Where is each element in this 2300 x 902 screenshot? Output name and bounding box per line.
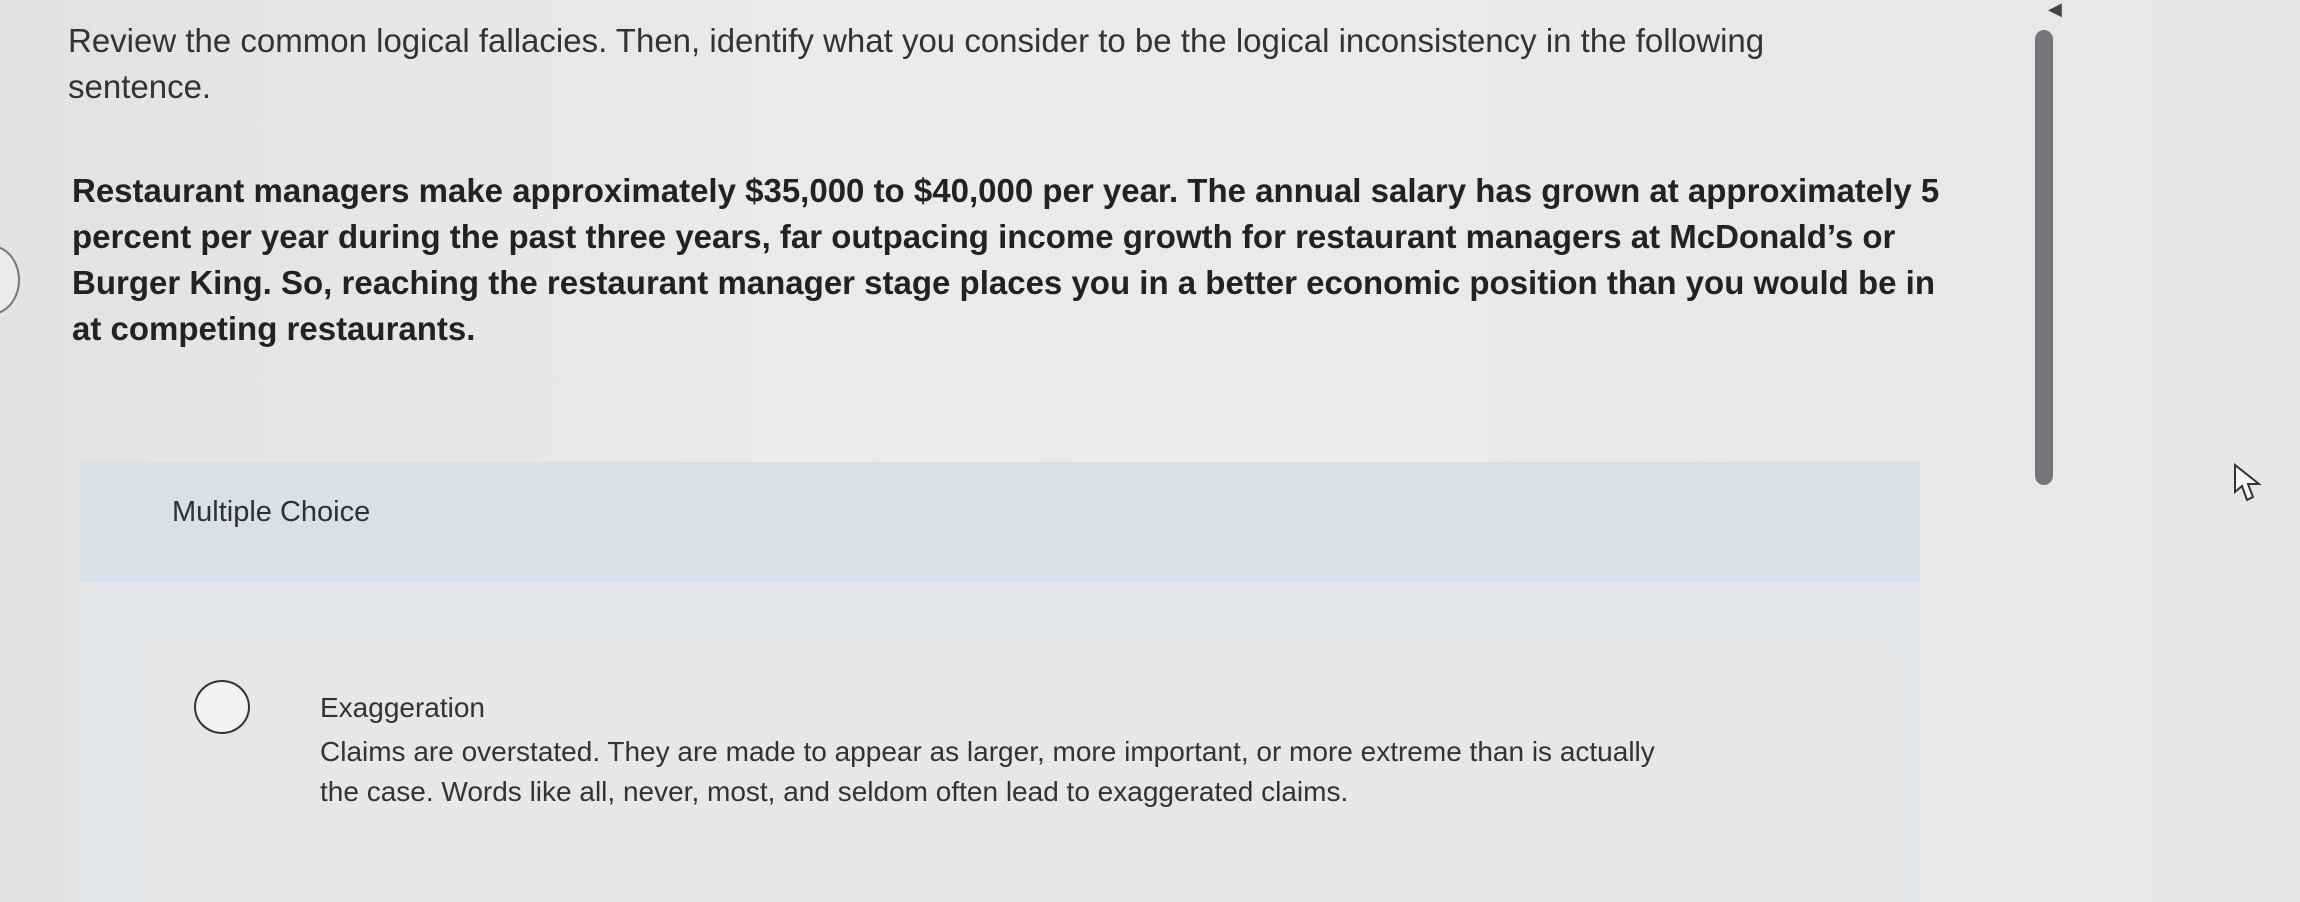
vertical-scrollbar[interactable] [2035,30,2053,485]
radio-button-icon[interactable] [194,680,250,734]
question-prompt: Review the common logical fallacies. The… [68,22,1765,105]
scroll-arrow-icon[interactable]: ◀ [2048,0,2062,18]
option-description: Claims are overstated. They are made to … [320,736,1655,807]
option-title: Exaggeration [320,692,486,723]
question-passage: Restaurant managers make approximately $… [72,172,1940,347]
multiple-choice-label: Multiple Choice [172,496,371,528]
pointer-cursor-icon [2234,462,2262,502]
